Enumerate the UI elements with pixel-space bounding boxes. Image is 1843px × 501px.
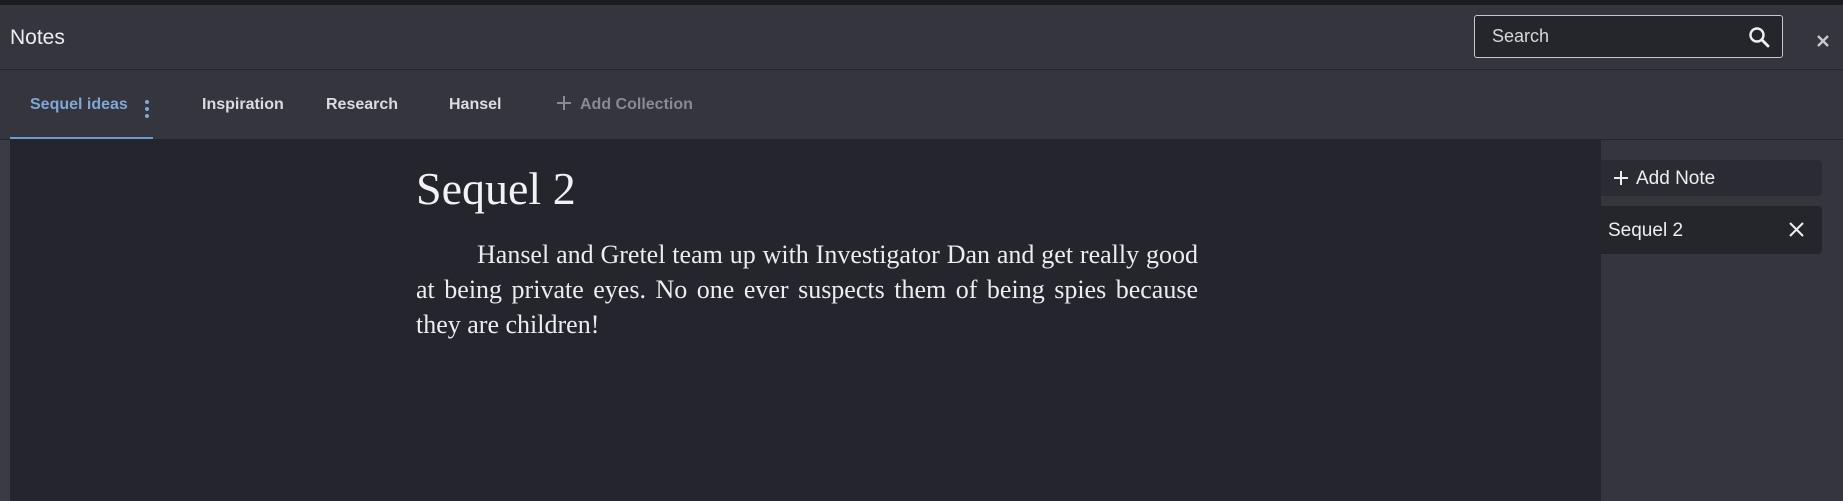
plus-icon (557, 96, 571, 111)
left-edge (0, 140, 10, 501)
notes-header: Notes (0, 5, 1843, 70)
tab-sequel-ideas[interactable]: Sequel ideas (10, 70, 153, 139)
search-input[interactable] (1475, 16, 1735, 57)
add-collection-label: Add Collection (580, 96, 693, 113)
add-collection-button[interactable]: Add Collection (556, 70, 693, 139)
note-list-item[interactable]: Sequel 2 (1601, 206, 1822, 254)
tab-hansel[interactable]: Hansel (449, 70, 501, 139)
note-editor[interactable]: Sequel 2 Hansel and Gretel team up with … (10, 140, 1601, 501)
close-icon[interactable] (1813, 31, 1833, 51)
add-note-label: Add Note (1636, 168, 1716, 189)
note-body[interactable]: Hansel and Gretel team up with Investiga… (416, 237, 1198, 342)
notes-sidebar: Add Note Sequel 2 (1601, 140, 1843, 501)
add-note-button[interactable]: Add Note (1601, 160, 1822, 196)
search-icon[interactable] (1748, 26, 1770, 48)
search-box[interactable] (1474, 15, 1783, 58)
plus-icon (1614, 171, 1628, 185)
tab-research[interactable]: Research (326, 70, 398, 139)
tab-inspiration[interactable]: Inspiration (202, 70, 284, 139)
app-title: Notes (10, 26, 65, 49)
note-title[interactable]: Sequel 2 (416, 162, 576, 215)
x-icon[interactable] (1788, 221, 1805, 238)
kebab-menu-icon[interactable] (144, 99, 150, 119)
collection-tabs: Sequel ideas Inspiration Research Hansel (0, 70, 1843, 140)
note-list-item-label: Sequel 2 (1608, 220, 1684, 241)
